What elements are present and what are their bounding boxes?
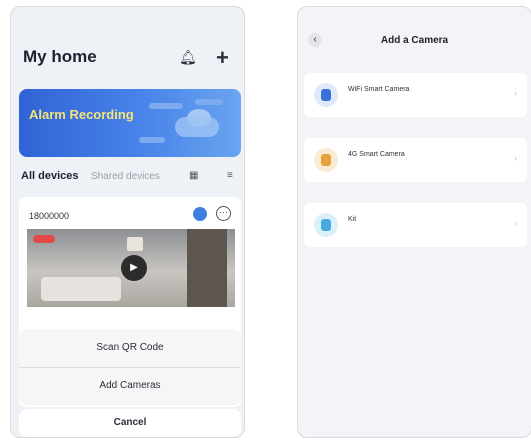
phone-home-screen: My home 🔔︎ + Alarm Recording All devices… <box>10 6 245 438</box>
option-4g-smart-camera[interactable]: 4G Smart Camera › <box>304 138 527 182</box>
tab-shared-devices[interactable]: Shared devices <box>91 171 160 182</box>
shelf-shape <box>187 229 227 307</box>
option-title: 4G Smart Camera <box>348 151 405 158</box>
cancel-button[interactable]: Cancel <box>19 409 241 437</box>
chevron-right-icon: › <box>514 153 517 163</box>
option-title: WiFi Smart Camera <box>348 86 410 93</box>
add-cameras-button[interactable]: Add Cameras <box>19 367 241 405</box>
cloud-share-icon[interactable] <box>193 207 207 221</box>
chevron-right-icon: › <box>514 218 517 228</box>
page-title: My home <box>23 47 97 66</box>
recording-badge <box>33 235 55 243</box>
more-icon[interactable]: ⋯ <box>216 206 231 221</box>
sofa-shape <box>41 277 121 301</box>
status-bar <box>11 7 244 23</box>
option-kit[interactable]: Kit › <box>304 203 527 247</box>
option-title: Kit <box>348 216 357 223</box>
decor-pill <box>195 99 223 105</box>
banner-title: Alarm Recording <box>29 107 134 122</box>
list-icon[interactable]: ≡ <box>227 170 233 181</box>
device-name: 18000000 <box>29 211 70 221</box>
device-tabs: All devices Shared devices ▦ ≡ <box>21 170 241 186</box>
action-sheet: Scan QR Code Add Cameras <box>19 329 241 405</box>
chevron-right-icon: › <box>514 88 517 98</box>
scan-qr-code-button[interactable]: Scan QR Code <box>19 329 241 367</box>
camera-preview[interactable]: ▶ <box>27 229 235 307</box>
status-bar <box>298 7 531 23</box>
alarm-banner[interactable]: Alarm Recording <box>19 89 241 157</box>
decor-pill <box>149 103 183 109</box>
page-title: Add a Camera <box>380 35 449 46</box>
play-icon[interactable]: ▶ <box>121 255 147 281</box>
nav-bar: ‹ Add a Camera <box>298 29 531 53</box>
4g-camera-icon <box>314 148 338 172</box>
grid-icon[interactable]: ▦ <box>189 170 198 181</box>
bell-icon[interactable]: 🔔︎ <box>179 49 197 66</box>
lamp-shape <box>127 237 143 251</box>
decor-pill <box>139 137 165 143</box>
phone-add-camera-screen: ‹ Add a Camera WiFi Smart Camera › 4G Sm… <box>297 6 531 438</box>
wifi-camera-icon <box>314 83 338 107</box>
cloud-icon <box>175 117 219 137</box>
tab-all-devices[interactable]: All devices <box>21 170 78 182</box>
option-wifi-smart-camera[interactable]: WiFi Smart Camera › <box>304 73 527 117</box>
kit-icon <box>314 213 338 237</box>
plus-icon[interactable]: + <box>216 45 229 71</box>
